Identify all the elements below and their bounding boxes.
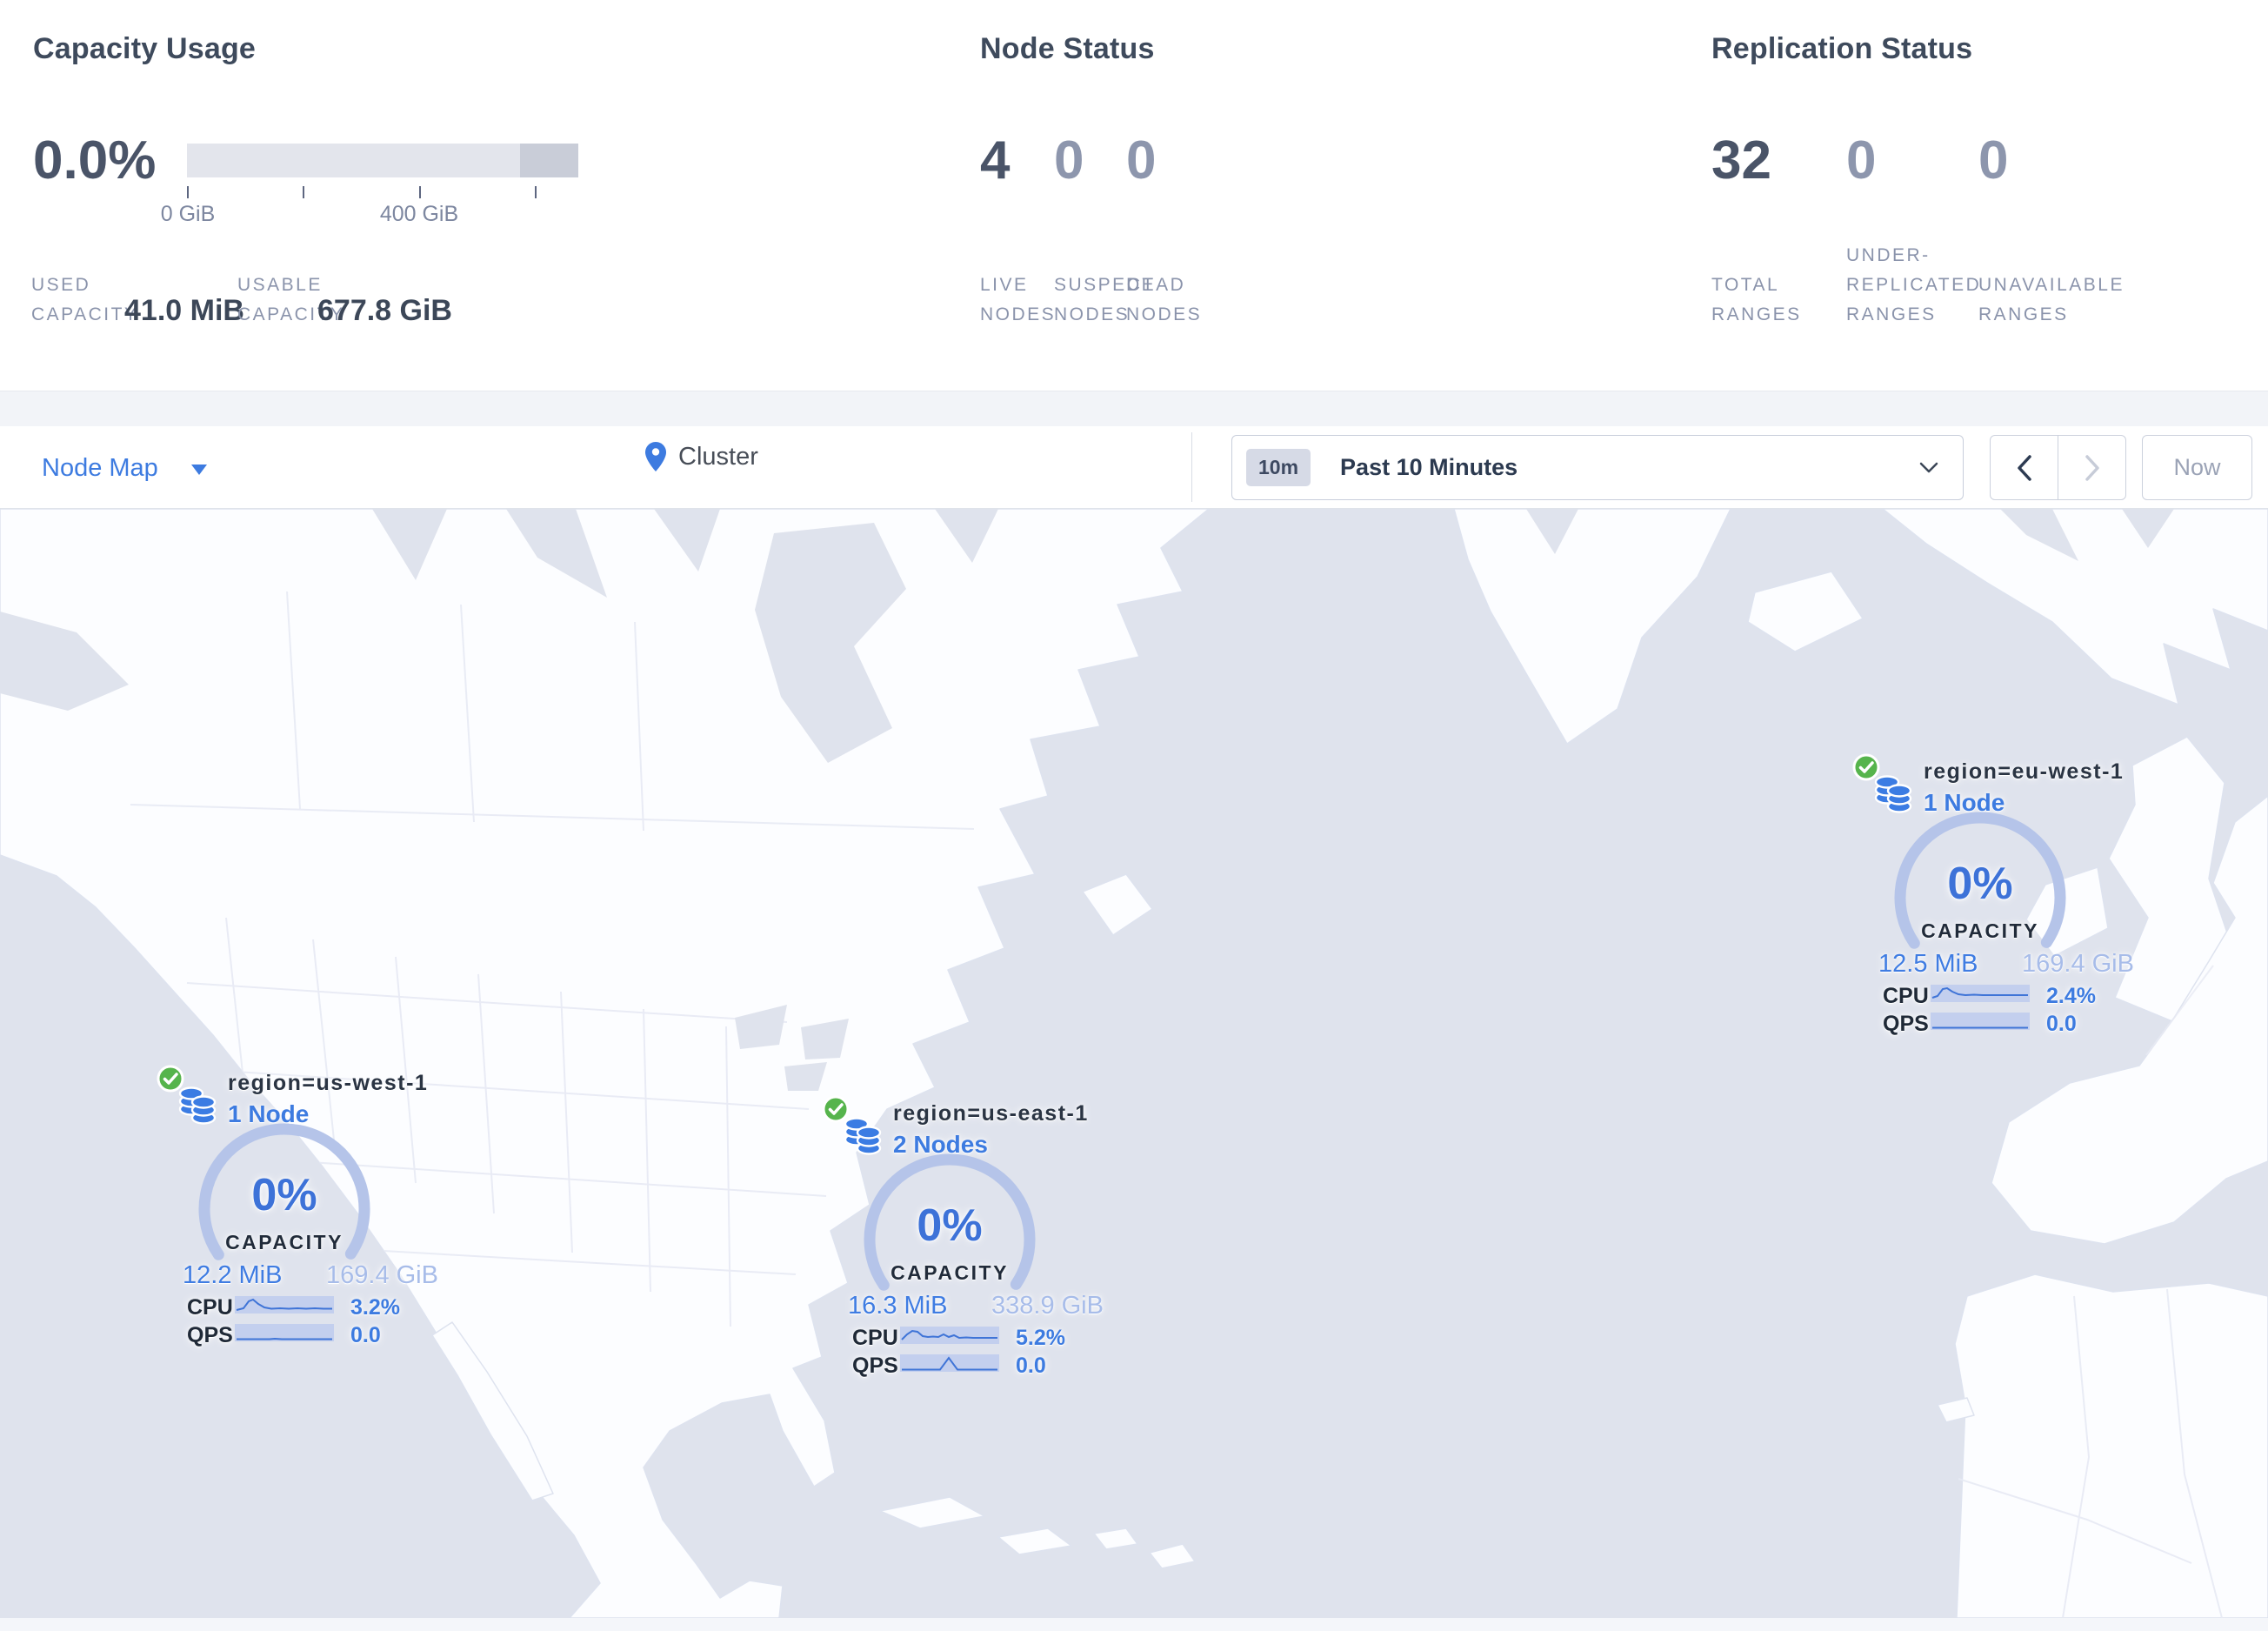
qps-label: QPS	[187, 1323, 233, 1347]
total-capacity-value: 169.4 GiB	[2022, 950, 2134, 978]
time-window-badge: 10m	[1246, 449, 1311, 486]
total-capacity-value: 169.4 GiB	[326, 1261, 438, 1289]
cpu-value: 5.2%	[1016, 1326, 1065, 1350]
cpu-value: 2.4%	[2046, 984, 2096, 1008]
replication-status-title: Replication Status	[1711, 32, 1973, 65]
capacity-usage-title: Capacity Usage	[33, 32, 257, 65]
time-window-select[interactable]: 10m Past 10 Minutes	[1231, 435, 1964, 500]
cpu-label: CPU	[187, 1295, 233, 1320]
capacity-axis-tick	[303, 186, 304, 198]
breadcrumb-cluster[interactable]: Cluster	[645, 442, 758, 471]
node-map: region=us-west-1 1 Node 0% CAPACITY 12.2…	[0, 509, 2268, 1618]
region-label: region=us-east-1	[893, 1101, 1089, 1126]
under-replicated-ranges-value: 0	[1846, 130, 1877, 191]
capacity-axis-tick	[187, 186, 189, 198]
cpu-sparkline	[900, 1327, 999, 1344]
qps-value: 0.0	[350, 1323, 381, 1347]
page-footer-strip	[0, 1618, 2268, 1631]
unavailable-ranges-value: 0	[1978, 130, 2009, 191]
capacity-bar-reserved-segment	[520, 144, 578, 177]
total-capacity-value: 338.9 GiB	[991, 1292, 1104, 1320]
used-capacity-value: 12.5 MiB	[1878, 950, 1978, 978]
total-ranges-label: TOTAL RANGES	[1711, 274, 1802, 324]
next-time-button[interactable]	[2058, 436, 2125, 499]
node-status-title: Node Status	[980, 32, 1155, 65]
toolbar-divider	[1191, 432, 1192, 502]
cluster-summary-bar: Capacity Usage 0.0% 0 GiB 400 GiB USED C…	[0, 0, 2268, 391]
live-nodes-value: 4	[980, 130, 1011, 191]
usable-capacity-value: 677.8 GiB	[317, 294, 452, 327]
suspect-nodes-value: 0	[1054, 130, 1084, 191]
capacity-percent: 0%	[1947, 859, 2013, 909]
used-capacity-value: 41.0 MiB	[124, 294, 244, 327]
capacity-percent: 0%	[251, 1170, 317, 1220]
cpu-label: CPU	[1883, 984, 1929, 1008]
capacity-gauge-label: CAPACITY	[1921, 919, 2039, 942]
cpu-sparkline	[1931, 985, 2030, 1002]
capacity-axis-tick	[535, 186, 537, 198]
qps-label: QPS	[1883, 1012, 1929, 1036]
caret-down-icon	[190, 465, 207, 475]
qps-value: 0.0	[2046, 1012, 2077, 1036]
capacity-axis-label-start: 0 GiB	[160, 202, 216, 226]
region-label: region=eu-west-1	[1924, 759, 2125, 784]
capacity-axis-label-mid: 400 GiB	[379, 202, 459, 226]
qps-value: 0.0	[1016, 1354, 1046, 1378]
region-label: region=us-west-1	[228, 1071, 429, 1095]
view-mode-label: Node Map	[42, 453, 158, 482]
world-map	[0, 509, 2268, 1618]
capacity-used-percent: 0.0%	[33, 130, 157, 191]
location-pin-icon	[645, 442, 666, 471]
cpu-sparkline	[235, 1296, 334, 1313]
qps-sparkline	[1931, 1013, 2030, 1030]
live-nodes-label: LIVE NODES	[980, 274, 1057, 324]
capacity-axis-tick	[419, 186, 421, 198]
under-replicated-ranges-label: UNDER-REPLICATED RANGES	[1846, 244, 1982, 324]
capacity-gauge-label: CAPACITY	[225, 1231, 344, 1253]
qps-sparkline	[235, 1324, 334, 1341]
now-button[interactable]: Now	[2142, 435, 2252, 500]
time-pager	[1990, 435, 2126, 500]
chevron-left-icon	[2017, 454, 2031, 481]
total-ranges-value: 32	[1711, 130, 1771, 191]
used-capacity-label: USED CAPACITY	[31, 274, 139, 324]
used-capacity-value: 12.2 MiB	[183, 1261, 283, 1289]
capacity-gauge-label: CAPACITY	[891, 1261, 1009, 1284]
chevron-right-icon	[2085, 454, 2099, 481]
unavailable-ranges-label: UNAVAILABLE RANGES	[1978, 274, 2125, 324]
dead-nodes-label: DEAD NODES	[1126, 274, 1203, 324]
view-mode-select[interactable]: Node Map	[42, 449, 207, 487]
time-window-label: Past 10 Minutes	[1340, 454, 1518, 480]
used-capacity-value: 16.3 MiB	[848, 1292, 948, 1320]
qps-label: QPS	[852, 1354, 898, 1378]
cpu-value: 3.2%	[350, 1295, 400, 1320]
capacity-percent: 0%	[917, 1200, 983, 1251]
breadcrumb-label: Cluster	[678, 442, 758, 471]
dead-nodes-value: 0	[1126, 130, 1157, 191]
cpu-label: CPU	[852, 1326, 898, 1350]
map-toolbar: Node Map Cluster 10m Past 10 Minutes Now	[0, 426, 2268, 509]
chevron-down-icon	[1919, 462, 1938, 473]
prev-time-button[interactable]	[1991, 436, 2058, 499]
qps-sparkline	[900, 1354, 999, 1372]
capacity-usage-bar	[187, 144, 578, 177]
